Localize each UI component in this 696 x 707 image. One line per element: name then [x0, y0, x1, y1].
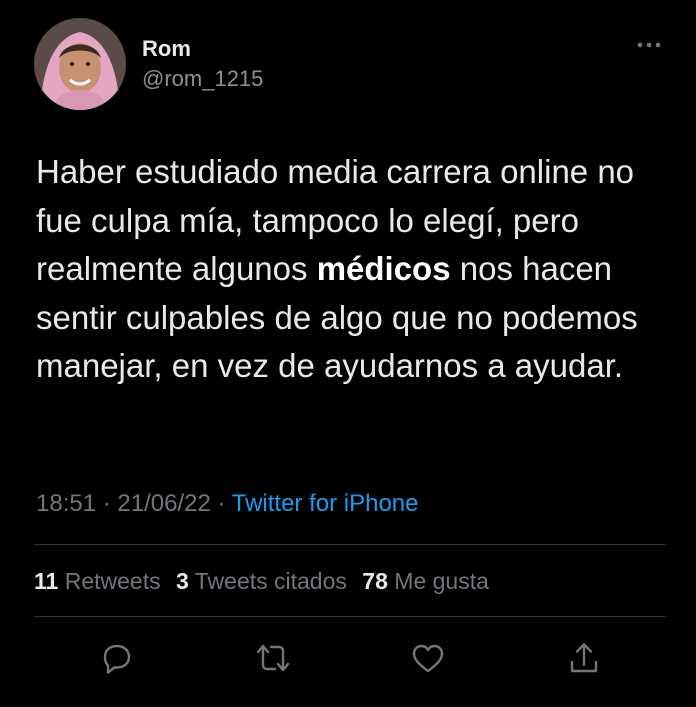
- tweet-date[interactable]: 21/06/22: [117, 490, 210, 517]
- retweet-icon[interactable]: [253, 638, 293, 678]
- retweets-count: 11: [34, 568, 59, 594]
- likes-stat[interactable]: 78 Me gusta: [362, 568, 489, 594]
- likes-count: 78: [362, 568, 388, 594]
- user-names: Rom @rom_1215: [142, 36, 263, 94]
- heart-icon[interactable]: [408, 638, 448, 678]
- meta-separator: ·: [217, 490, 226, 517]
- divider: [34, 616, 666, 617]
- more-horizontal-icon[interactable]: [634, 38, 664, 52]
- display-name[interactable]: Rom: [142, 36, 263, 62]
- tweet-stats: 11 Retweets 3 Tweets citados 78 Me gusta: [34, 565, 498, 597]
- tweet-time[interactable]: 18:51: [36, 490, 96, 517]
- likes-label: Me gusta: [394, 568, 489, 594]
- share-icon[interactable]: [564, 638, 604, 678]
- retweets-stat[interactable]: 11 Retweets: [34, 568, 161, 594]
- tweet-source-link[interactable]: Twitter for iPhone: [232, 490, 419, 517]
- meta-separator: ·: [102, 490, 111, 517]
- avatar[interactable]: [34, 18, 126, 110]
- divider: [34, 544, 666, 545]
- quotes-stat[interactable]: 3 Tweets citados: [176, 568, 347, 594]
- tweet-header: Rom @rom_1215: [34, 18, 664, 114]
- tweet-text: Haber estudiado media carrera online no …: [36, 148, 666, 391]
- tweet-text-bold: médicos: [316, 250, 451, 287]
- tweet-meta: 18:51 · 21/06/22 · Twitter for iPhone: [36, 488, 418, 520]
- user-handle[interactable]: @rom_1215: [142, 64, 263, 94]
- reply-icon[interactable]: [97, 638, 137, 678]
- tweet-actions: [0, 638, 696, 678]
- quotes-count: 3: [175, 568, 189, 594]
- retweets-label: Retweets: [64, 568, 161, 594]
- quotes-label: Tweets citados: [194, 568, 347, 594]
